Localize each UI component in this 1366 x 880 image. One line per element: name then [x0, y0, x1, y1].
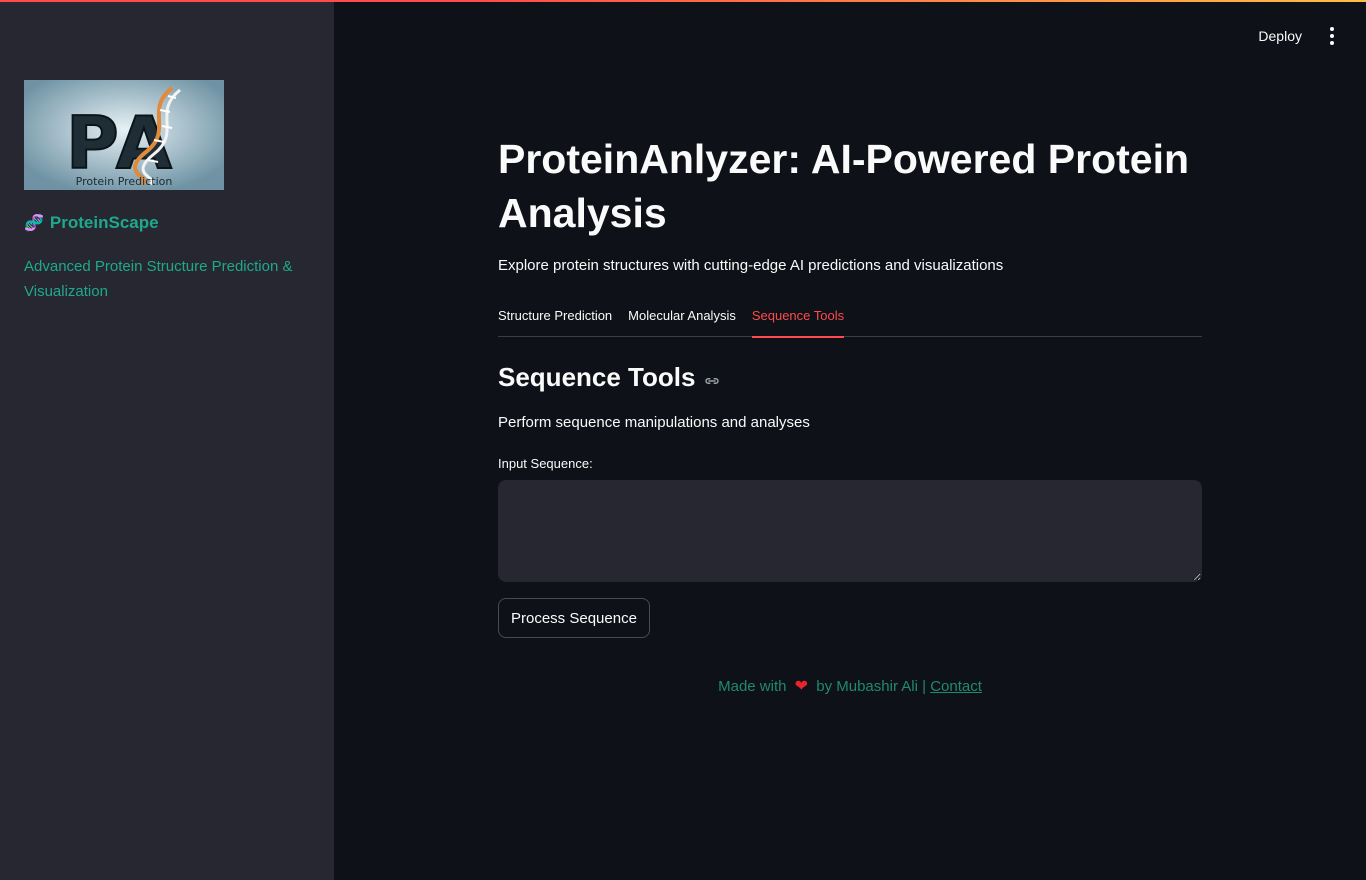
tab-bar: Structure Prediction Molecular Analysis … [498, 300, 1202, 338]
section-title: Sequence Tools [498, 362, 721, 393]
link-icon[interactable] [703, 372, 721, 390]
brand-title: 🧬 ProteinScape [24, 213, 159, 233]
tab-sequence-tools[interactable]: Sequence Tools [751, 300, 845, 338]
page-description: Explore protein structures with cutting-… [498, 257, 1004, 274]
brand-subtitle: Advanced Protein Structure Prediction & … [24, 258, 293, 300]
section-title-text: Sequence Tools [498, 362, 696, 392]
footer-made-with: Made with [718, 678, 787, 695]
sequence-input[interactable] [498, 480, 1202, 582]
footer-author: by Mubashir Ali | [816, 678, 927, 695]
process-sequence-button[interactable]: Process Sequence [498, 598, 650, 638]
logo-caption: Protein Prediction [75, 175, 173, 188]
logo-image: P A Protein Prediction [24, 80, 224, 190]
contact-link[interactable]: Contact [930, 678, 982, 695]
kebab-menu-icon[interactable] [1326, 26, 1338, 46]
section-description: Perform sequence manipulations and analy… [498, 414, 810, 431]
input-sequence-label: Input Sequence: [498, 456, 593, 471]
tab-structure-prediction[interactable]: Structure Prediction [498, 300, 612, 337]
brand-title-text: ProteinScape [49, 213, 159, 232]
header-actions: Deploy [1252, 24, 1338, 48]
sidebar: P A Protein Prediction 🧬 ProteinScape Ad… [0, 0, 334, 880]
footer: Made with ❤ by Mubashir Ali | Contact [498, 676, 1202, 696]
top-decoration-bar [0, 0, 1366, 2]
logo-graphic: P A [24, 80, 224, 190]
dna-icon: 🧬 [24, 215, 44, 232]
page-title: ProteinAnlyzer: AI-Powered Protein Analy… [498, 136, 1190, 236]
tab-molecular-analysis[interactable]: Molecular Analysis [628, 300, 736, 337]
heart-icon: ❤ [794, 678, 809, 695]
svg-text:P: P [66, 101, 119, 185]
deploy-button[interactable]: Deploy [1252, 24, 1308, 48]
